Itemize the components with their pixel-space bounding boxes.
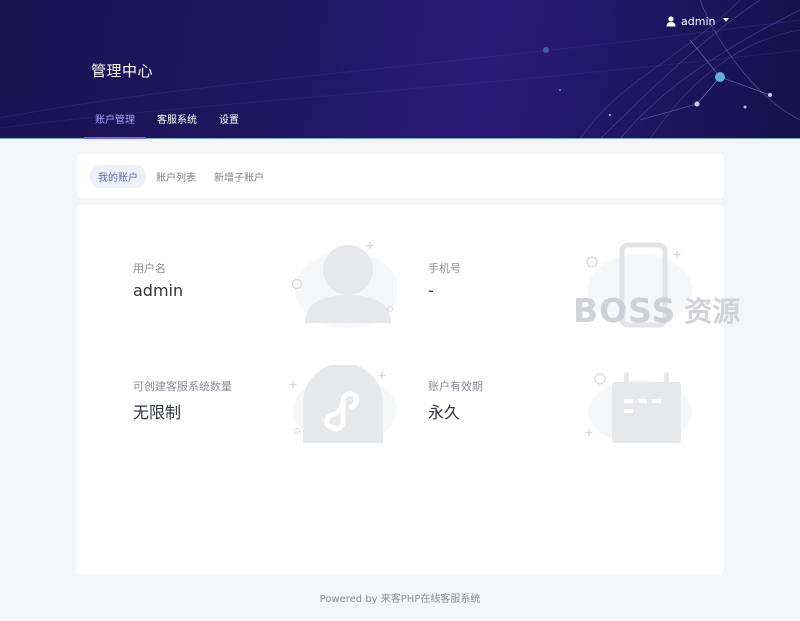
tab-settings[interactable]: 设置 — [208, 104, 250, 139]
watermark-cn: 资源 — [684, 295, 741, 328]
footer-powered-by: Powered by 来客PHP在线客服系统 — [319, 594, 481, 605]
calendar-illustration-icon — [585, 372, 692, 443]
user-icon — [666, 15, 676, 26]
info-username: 用户名 admin — [133, 260, 183, 300]
phone-value: - — [428, 281, 434, 300]
caret-down-icon — [723, 17, 730, 22]
subnav-my-account[interactable]: 我的账户 — [90, 164, 146, 188]
account-info-card: 用户名 admin 手机号 - 可创建客服系统数量 无限制 账户有效期 永久 — [77, 205, 724, 575]
user-menu[interactable]: admin — [666, 13, 730, 29]
quota-label: 可创建客服系统数量 — [133, 380, 232, 393]
info-phone: 手机号 - — [428, 260, 461, 300]
expiry-label: 账户有效期 — [428, 380, 483, 393]
username-value: admin — [133, 281, 184, 300]
user-name: admin — [681, 14, 716, 28]
watermark-en: BOSS — [573, 290, 677, 330]
main-tabs: 账户管理 客服系统 设置 — [84, 104, 250, 139]
info-quota: 可创建客服系统数量 无限制 — [133, 378, 232, 423]
page-title: 管理中心 — [91, 62, 154, 80]
subnav-add-subaccount[interactable]: 新增子账户 — [206, 165, 272, 188]
expiry-value: 永久 — [428, 403, 461, 422]
boss-watermark: BOSS 资源 — [573, 290, 740, 330]
quota-value: 无限制 — [133, 403, 182, 422]
phone-label: 手机号 — [428, 262, 461, 275]
user-illustration-icon — [291, 242, 397, 328]
tab-customer-service[interactable]: 客服系统 — [146, 104, 208, 139]
info-expiry: 账户有效期 永久 — [428, 378, 483, 423]
subnav-account-list[interactable]: 账户列表 — [148, 165, 204, 188]
tab-account-management[interactable]: 账户管理 — [84, 104, 146, 139]
username-label: 用户名 — [133, 262, 166, 275]
mini-program-illustration-icon — [289, 365, 397, 443]
sub-navigation: 我的账户 账户列表 新增子账户 — [77, 154, 724, 198]
